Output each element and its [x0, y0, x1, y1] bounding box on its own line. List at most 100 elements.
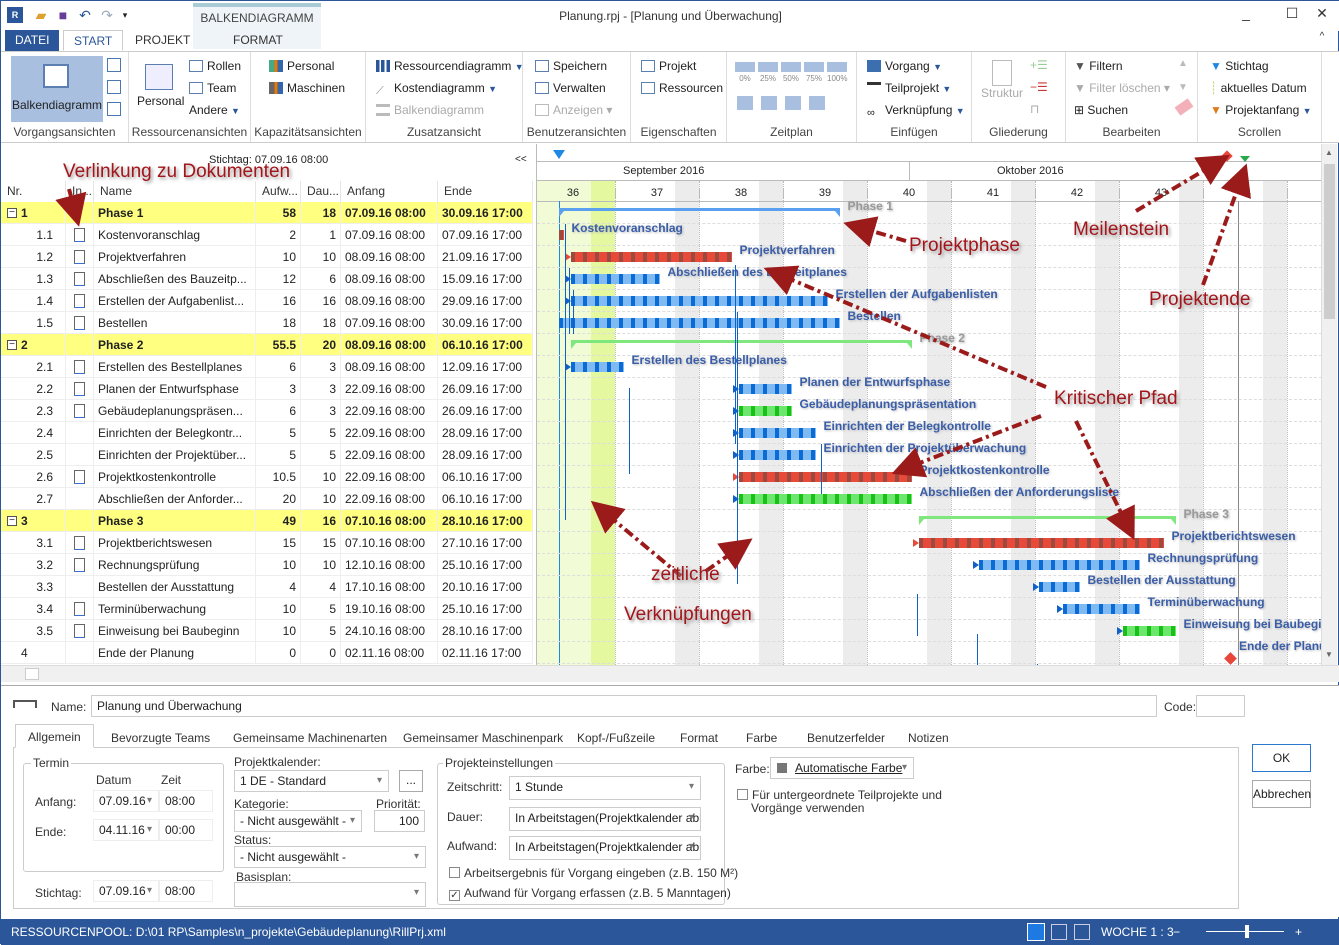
column-header[interactable]: Ende — [438, 181, 533, 202]
anfang-time-input[interactable]: 08:00 — [159, 790, 213, 812]
arbeitsergebnis-checkbox[interactable]: Arbeitsergebnis für Vorgang eingeben (z.… — [449, 866, 738, 880]
tab-format[interactable]: FORMAT — [223, 30, 293, 51]
suchen-button[interactable]: ⊞ Suchen — [1074, 100, 1128, 120]
task-bar[interactable] — [559, 230, 564, 240]
detail-tab-6[interactable]: Farbe — [746, 728, 777, 748]
anzeigen-dropdown[interactable]: Anzeigen ▾ — [535, 100, 612, 120]
indent-icon[interactable]: +☰ — [1030, 58, 1048, 72]
detail-tab-1[interactable]: Bevorzugte Teams — [111, 728, 210, 748]
aufwand-erfassen-checkbox[interactable]: ✓ Aufwand für Vorgang erfassen (z.B. 5 Ma… — [449, 886, 731, 901]
document-link-icon[interactable] — [74, 404, 85, 418]
detail-tab-3[interactable]: Gemeinsamer Maschinenpark — [403, 728, 563, 748]
column-header[interactable]: Nr. — [1, 181, 66, 202]
filtern-button[interactable]: ▼ Filtern — [1074, 56, 1123, 76]
stichtag-time-input[interactable]: 08:00 — [159, 880, 213, 902]
stichtag-date-picker[interactable]: 07.09.16 — [93, 880, 159, 902]
table-row[interactable]: 3.1 Projektberichtswesen 15 15 07.10.16 08:0… — [1, 532, 533, 554]
task-bar[interactable] — [979, 560, 1140, 570]
farbe-select[interactable]: Automatische Farbe — [770, 757, 914, 779]
task-bar[interactable] — [919, 538, 1164, 548]
teilprojekt-insert-dropdown[interactable]: Teilprojekt ▼ — [867, 78, 951, 98]
code-input[interactable] — [1196, 695, 1245, 717]
task-bar[interactable] — [739, 494, 912, 504]
document-link-icon[interactable] — [74, 250, 85, 264]
ende-time-input[interactable]: 00:00 — [159, 819, 213, 841]
team-button[interactable]: Team — [189, 78, 236, 98]
table-row[interactable]: 2.6 Projektkostenkontrolle 10.5 10 22.09.16 … — [1, 466, 533, 488]
task-bar[interactable] — [571, 362, 624, 372]
column-header[interactable]: Name — [94, 181, 256, 202]
gantt-view-status-icon[interactable] — [1027, 923, 1045, 941]
document-link-icon[interactable] — [74, 470, 85, 484]
phase-summary-bar[interactable] — [559, 208, 840, 211]
document-link-icon[interactable] — [74, 536, 85, 550]
table-row[interactable]: 2.1 Erstellen des Bestellplanes 6 3 08.09.16… — [1, 356, 533, 378]
detail-tab-0[interactable]: Allgemein — [15, 724, 94, 748]
table-row[interactable]: 1.1 Kostenvoranschlag 2 1 07.09.16 08:00 07.0… — [1, 224, 533, 246]
document-link-icon[interactable] — [74, 602, 85, 616]
table-row[interactable]: 2.2 Planen der Entwurfsphase 3 3 22.09.16 08… — [1, 378, 533, 400]
detail-tab-7[interactable]: Benutzerfelder — [807, 728, 885, 748]
dauer-select[interactable]: In Arbeitstagen(Projektkalender abh — [509, 807, 701, 831]
tab-projekt[interactable]: PROJEKT — [125, 30, 200, 51]
horizontal-scrollbar[interactable] — [1, 665, 1339, 682]
stichtag-marker-icon[interactable] — [553, 150, 565, 159]
schedule-tools-icon[interactable] — [737, 96, 827, 110]
kostendiagramm-dropdown[interactable]: ⟋ Kostendiagramm ▼ — [376, 78, 497, 98]
table-row[interactable]: 4 Ende der Planung 0 0 02.11.16 08:00 02.11.1… — [1, 642, 533, 664]
table-row[interactable]: 2.3 Gebäudeplanungspräsen... 6 3 22.09.16 08… — [1, 400, 533, 422]
table-row[interactable]: −3 Phase 3 49 16 07.10.16 08:00 28.10.16 17:0… — [1, 510, 533, 532]
scroll-up-icon[interactable]: ▲ — [1178, 58, 1188, 69]
task-bar[interactable] — [739, 472, 912, 482]
zoom-slider-thumb[interactable] — [1245, 925, 1249, 938]
detail-tab-5[interactable]: Format — [680, 728, 718, 748]
ende-date-picker[interactable]: 04.11.16 — [93, 819, 159, 841]
scroll-up-arrow-icon[interactable]: ▲ — [1325, 148, 1333, 157]
outdent-icon[interactable]: −☰ — [1030, 80, 1048, 94]
speichern-button[interactable]: Speichern — [535, 56, 607, 76]
kalender-browse-button[interactable]: ... — [399, 770, 423, 792]
progress-2-button[interactable]: 50% — [781, 62, 801, 90]
progress-0-button[interactable]: 0% — [735, 62, 755, 90]
task-bar[interactable] — [571, 296, 828, 306]
task-bar[interactable] — [1039, 582, 1080, 592]
aufwand-select[interactable]: In Arbeitstagen(Projektkalender abh — [509, 836, 701, 860]
table-row[interactable]: 1.5 Bestellen 18 18 07.09.16 08:00 30.09.16 1… — [1, 312, 533, 334]
document-link-icon[interactable] — [74, 316, 85, 330]
document-link-icon[interactable] — [74, 624, 85, 638]
table-row[interactable]: 3.4 Terminüberwachung 10 5 19.10.16 08:00 25.… — [1, 598, 533, 620]
column-header[interactable]: In... — [66, 181, 94, 202]
table-row[interactable]: 2.4 Einrichten der Belegkontr... 5 5 22.09.1… — [1, 422, 533, 444]
farbe-teilprojekte-checkbox[interactable]: Für untergeordnete Teilprojekte und — [737, 788, 942, 802]
ressourcen-properties-button[interactable]: Ressourcen — [641, 78, 723, 98]
zusatz-balkendiagramm-button[interactable]: Balkendiagramm — [376, 100, 484, 120]
aktuelles-datum-button[interactable]: ┊ aktuelles Datum — [1210, 78, 1307, 98]
document-link-icon[interactable] — [74, 272, 85, 286]
resource-view-status-icon[interactable] — [1051, 924, 1067, 940]
document-link-icon[interactable] — [74, 360, 85, 374]
detail-tab-8[interactable]: Notizen — [908, 728, 949, 748]
minimize-button[interactable]: _ — [1231, 5, 1261, 27]
cancel-button[interactable]: Abbrechen — [1252, 780, 1311, 808]
basisplan-select[interactable] — [234, 882, 426, 907]
task-bar[interactable] — [1063, 604, 1140, 614]
task-bar[interactable] — [559, 318, 840, 328]
detail-tab-4[interactable]: Kopf-/Fußzeile — [577, 728, 655, 748]
anfang-date-picker[interactable]: 07.09.16 — [93, 790, 159, 812]
ok-button[interactable]: OK — [1252, 744, 1311, 772]
zoom-slider[interactable] — [1206, 925, 1284, 938]
checkbox-unchecked[interactable] — [737, 789, 748, 800]
balkendiagramm-button[interactable]: Balkendiagramm — [11, 56, 103, 122]
verwalten-button[interactable]: Verwalten — [535, 78, 606, 98]
zoom-out-button[interactable]: − — [1173, 919, 1180, 945]
kalender-select[interactable]: 1 DE - Standard — [234, 770, 389, 792]
move-icon[interactable]: ⊓ — [1030, 102, 1039, 116]
name-input[interactable]: Planung und Überwachung — [91, 695, 1157, 717]
document-link-icon[interactable] — [74, 382, 85, 396]
task-bar[interactable] — [1123, 626, 1176, 636]
task-bar[interactable] — [739, 428, 816, 438]
tab-start[interactable]: START — [63, 30, 124, 51]
projektanfang-dropdown[interactable]: ▼ Projektanfang ▼ — [1210, 100, 1312, 120]
zeitschritt-select[interactable]: 1 Stunde — [509, 776, 701, 800]
scrollbar-thumb[interactable] — [1324, 164, 1335, 319]
